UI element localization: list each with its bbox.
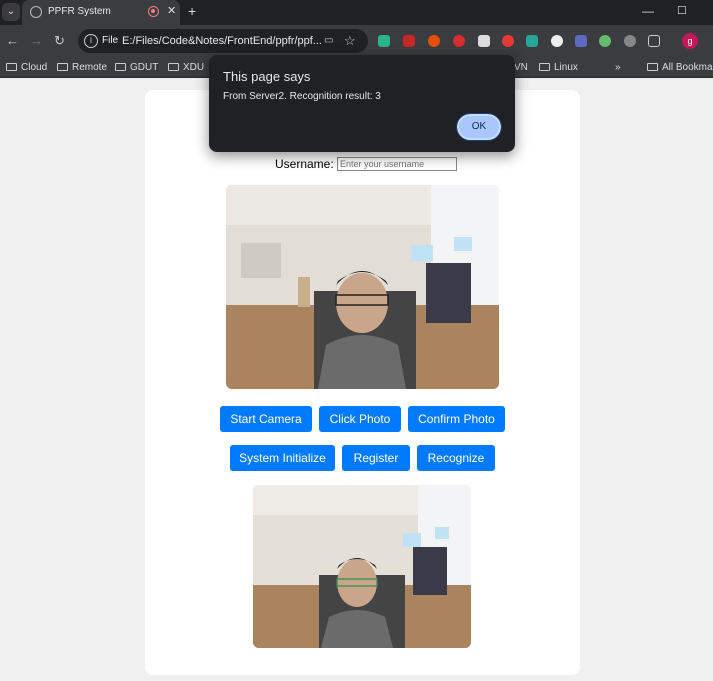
bookmark-folder[interactable]: VN — [514, 62, 528, 73]
username-input[interactable] — [337, 157, 458, 171]
system-initialize-button[interactable]: System Initialize — [230, 445, 335, 471]
extension-z-icon[interactable] — [478, 35, 490, 47]
bookmark-folder[interactable]: XDU — [168, 62, 204, 73]
tab-title: PPFR System — [48, 6, 111, 17]
bookmarks-overflow-icon[interactable]: » — [615, 62, 621, 73]
captured-frame — [253, 485, 471, 648]
extension-red-icon[interactable] — [403, 35, 415, 47]
new-tab-button[interactable]: + — [188, 3, 196, 19]
tab-search-icon[interactable]: ⌄ — [2, 3, 20, 21]
start-camera-button[interactable]: Start Camera — [220, 406, 312, 432]
extension-shield-icon[interactable] — [453, 35, 465, 47]
folder-icon — [115, 63, 126, 71]
extension-glasses-icon[interactable] — [502, 35, 514, 47]
site-info-icon[interactable]: i — [84, 34, 98, 48]
confirm-photo-button[interactable]: Confirm Photo — [408, 406, 505, 432]
back-icon[interactable]: ← — [6, 33, 19, 48]
camera-permission-icon[interactable]: ▭ — [324, 35, 333, 46]
extension-paw-icon[interactable] — [624, 35, 636, 47]
profile-avatar[interactable]: g — [682, 33, 698, 49]
extension-mouse-icon[interactable] — [551, 35, 563, 47]
page-viewport: Username: Start Camera Click — [0, 55, 713, 681]
username-row: Username: — [275, 157, 458, 171]
extension-green-icon[interactable] — [599, 35, 611, 47]
bookmark-folder[interactable]: Linux — [539, 62, 578, 73]
maximize-icon[interactable]: ☐ — [677, 4, 687, 17]
forward-icon[interactable]: → — [30, 33, 43, 48]
tab-ppfr[interactable]: PPFR System ✕ — [22, 0, 180, 25]
address-bar[interactable]: i File E:/Files/Code&Notes/FrontEnd/ppfr… — [78, 29, 368, 53]
bookmark-star-icon[interactable]: ☆ — [344, 33, 356, 49]
dialog-title: This page says — [223, 69, 311, 84]
extension-version-icon[interactable] — [526, 35, 538, 47]
webcam-frame — [226, 185, 499, 389]
tab-strip: ⌄ PPFR System ✕ + — ☐ — [0, 0, 713, 25]
all-bookmarks[interactable]: All Bookmarks — [647, 62, 713, 73]
reload-icon[interactable]: ↻ — [54, 33, 65, 49]
minimize-icon[interactable]: — — [642, 4, 654, 18]
click-photo-button[interactable]: Click Photo — [319, 406, 401, 432]
video-stream — [226, 185, 499, 389]
ok-button[interactable]: OK — [456, 113, 502, 141]
extension-purple-icon[interactable] — [575, 35, 587, 47]
folder-icon — [168, 63, 179, 71]
extension-save-icon[interactable] — [378, 35, 390, 47]
username-label: Username: — [275, 157, 334, 171]
register-button[interactable]: Register — [342, 445, 410, 471]
extension-cookie-icon[interactable] — [428, 35, 440, 47]
recognize-button[interactable]: Recognize — [417, 445, 495, 471]
ppfr-card: Username: Start Camera Click — [145, 90, 580, 675]
bookmark-folder[interactable]: Remote — [57, 62, 107, 73]
alert-dialog: This page says From Server2. Recognition… — [209, 55, 515, 152]
folder-icon — [647, 63, 658, 71]
bookmark-folder[interactable]: Cloud — [6, 62, 47, 73]
recording-icon — [148, 6, 159, 17]
scheme-label: File — [102, 35, 119, 46]
folder-icon — [57, 63, 68, 71]
url-text[interactable]: E:/Files/Code&Notes/FrontEnd/ppfr/ppf... — [122, 35, 322, 47]
globe-icon — [30, 6, 42, 18]
extensions-puzzle-icon[interactable] — [648, 35, 660, 47]
address-toolbar: ← → ↻ i File E:/Files/Code&Notes/FrontEn… — [0, 25, 713, 57]
captured-photo — [253, 485, 471, 648]
bookmark-folder[interactable]: GDUT — [115, 62, 158, 73]
close-tab-icon[interactable]: ✕ — [167, 4, 176, 17]
folder-icon — [539, 63, 550, 71]
dialog-message: From Server2. Recognition result: 3 — [223, 91, 381, 102]
folder-icon — [6, 63, 17, 71]
